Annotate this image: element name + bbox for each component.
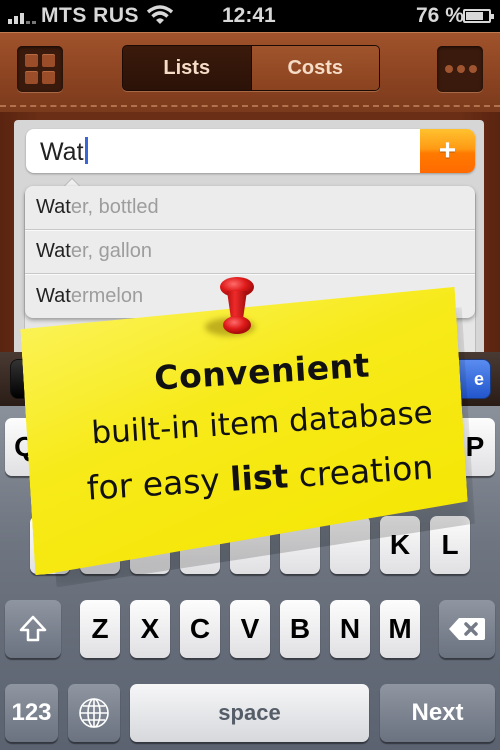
key-v[interactable]: V — [230, 600, 270, 658]
key-z[interactable]: Z — [80, 600, 120, 658]
grid-icon — [25, 54, 55, 84]
view-segmented-control: Lists Costs — [122, 45, 380, 91]
tab-costs[interactable]: Costs — [250, 46, 379, 90]
push-pin-icon — [220, 277, 254, 334]
carrier-name: MTS RUS — [41, 4, 139, 27]
key-m[interactable]: M — [380, 600, 420, 658]
globe-icon — [79, 698, 109, 728]
battery-percent: 76 % — [416, 4, 464, 27]
more-button[interactable] — [437, 46, 483, 92]
globe-key[interactable] — [68, 684, 120, 742]
text-caret — [84, 137, 88, 164]
shift-arrow-icon — [19, 615, 47, 642]
clock: 12:41 — [222, 4, 276, 27]
key-b[interactable]: B — [280, 600, 320, 658]
wifi-icon — [146, 5, 174, 24]
item-input[interactable]: Wat + — [26, 129, 475, 173]
leather-stitching — [0, 105, 500, 107]
next-key[interactable]: Next — [380, 684, 495, 742]
delete-key[interactable] — [439, 600, 495, 658]
backspace-icon — [449, 618, 485, 640]
space-key[interactable]: space — [130, 684, 369, 742]
key-x[interactable]: X — [130, 600, 170, 658]
navigation-bar: Lists Costs — [0, 32, 500, 112]
battery-icon — [463, 9, 494, 23]
item-input-value: Wat — [40, 138, 84, 166]
signal-icon — [8, 10, 36, 24]
numbers-key[interactable]: 123 — [5, 684, 58, 742]
add-item-button[interactable]: + — [420, 129, 475, 173]
key-c[interactable]: C — [180, 600, 220, 658]
lists-menu-button[interactable] — [17, 46, 63, 92]
more-dots-icon — [445, 65, 477, 73]
key-n[interactable]: N — [330, 600, 370, 658]
suggestion-item[interactable]: Wat er, bottled — [25, 186, 475, 230]
shift-key[interactable] — [5, 600, 61, 658]
suggestion-item[interactable]: Wat er, gallon — [25, 230, 475, 274]
tab-lists[interactable]: Lists — [123, 46, 251, 90]
status-bar: MTS RUS 12:41 76 % — [0, 0, 500, 32]
